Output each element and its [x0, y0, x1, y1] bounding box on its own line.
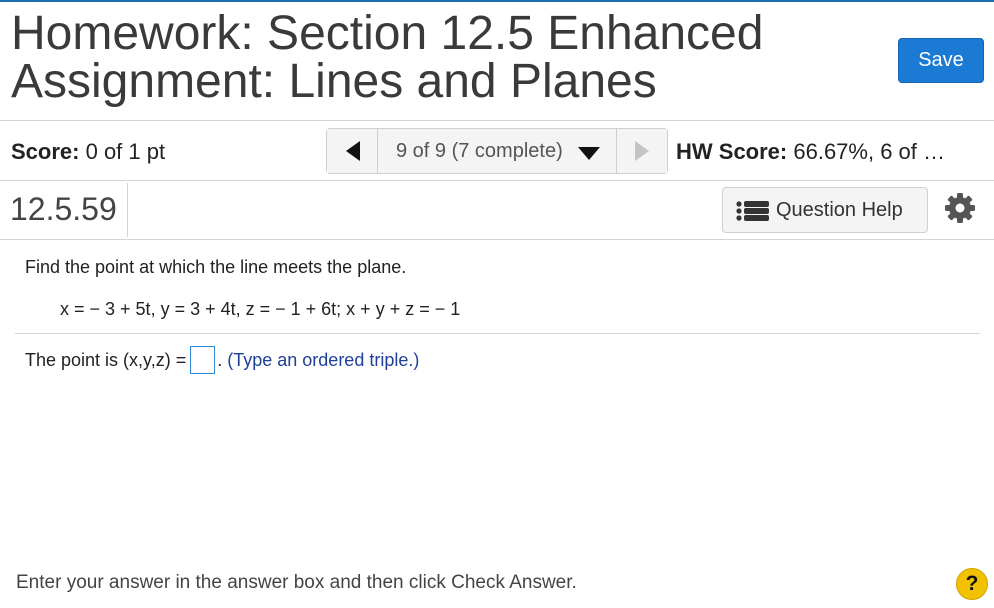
score-label: Score:	[11, 139, 80, 164]
vertical-divider	[127, 183, 128, 237]
answer-prefix: The point is (x,y,z) =	[25, 349, 187, 370]
question-mark-icon[interactable]: ?	[956, 568, 988, 600]
triangle-right-icon	[635, 141, 649, 161]
answer-row: The point is (x,y,z) = . (Type an ordere…	[25, 345, 419, 375]
score: Score: 0 of 1 pt	[11, 139, 165, 165]
question-select-dropdown[interactable]: 9 of 9 (7 complete)	[379, 129, 617, 173]
hw-score-label: HW Score:	[676, 139, 788, 164]
page-title: Homework: Section 12.5 Enhanced Assignme…	[11, 7, 764, 108]
answer-hint: (Type an ordered triple.)	[227, 349, 420, 370]
question-help-button[interactable]: Question Help	[722, 187, 928, 233]
score-value: 0 of 1 pt	[79, 139, 166, 164]
hw-score: HW Score: 66.67%, 6 of …	[676, 139, 976, 165]
list-icon	[736, 201, 769, 221]
chevron-down-icon	[578, 147, 600, 160]
triangle-left-icon	[346, 141, 360, 161]
question-select-label: 9 of 9 (7 complete)	[396, 140, 563, 162]
question-prompt: Find the point at which the line meets t…	[25, 257, 407, 277]
next-question-button[interactable]	[618, 129, 667, 173]
save-button[interactable]: Save	[898, 38, 984, 83]
question-equation: x = − 3 + 5t, y = 3 + 4t, z = − 1 + 6t; …	[60, 299, 461, 319]
question-help-label: Question Help	[776, 199, 903, 221]
gear-icon[interactable]	[944, 192, 976, 224]
divider	[0, 239, 994, 240]
footer-instruction: Enter your answer in the answer box and …	[16, 572, 577, 593]
divider	[0, 120, 994, 121]
top-accent-border	[0, 0, 994, 2]
hw-score-value: 66.67%, 6 of …	[787, 139, 946, 164]
previous-question-button[interactable]	[327, 129, 378, 173]
question-navigator: 9 of 9 (7 complete)	[326, 128, 668, 174]
divider	[15, 333, 980, 334]
divider	[0, 180, 994, 181]
answer-input[interactable]	[190, 346, 216, 374]
question-number: 12.5.59	[10, 191, 117, 227]
